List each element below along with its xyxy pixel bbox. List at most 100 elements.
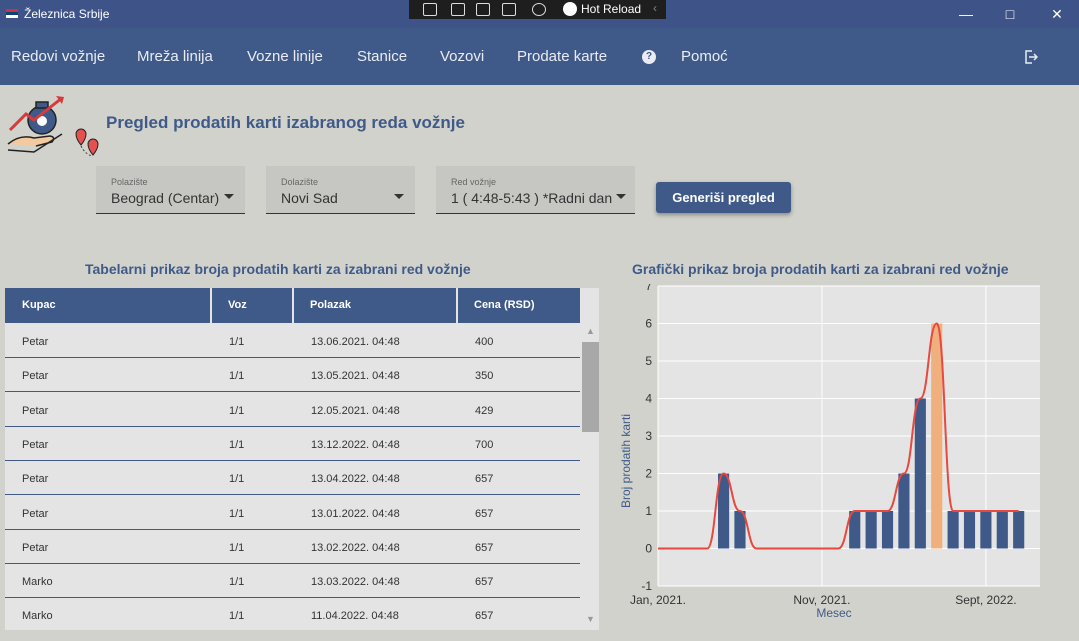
- chart-bar[interactable]: [865, 511, 877, 549]
- table-cell: 400: [475, 336, 494, 348]
- nav-vozne-linije[interactable]: Vozne linije: [247, 48, 323, 65]
- table-cell: 13.01.2022. 04:48: [311, 507, 400, 520]
- table-row[interactable]: Petar 1/1 13.12.2022. 04:48 700: [5, 427, 580, 461]
- schedule-dropdown[interactable]: Red vožnje 1 ( 4:48-5:43 ) *Radni dan: [436, 166, 635, 214]
- table-cell: 657: [475, 541, 494, 554]
- table-cell: 13.03.2022. 04:48: [311, 576, 400, 589]
- from-dropdown[interactable]: Polazište Beograd (Centar): [96, 166, 245, 214]
- schedule-value: 1 ( 4:48-5:43 ) *Radni dan: [451, 190, 613, 206]
- y-tick-label: 7: [645, 284, 652, 293]
- maximize-button[interactable]: □: [995, 4, 1025, 24]
- track-focus-icon[interactable]: [502, 3, 516, 16]
- minimize-button[interactable]: —: [951, 4, 981, 24]
- from-value: Beograd (Centar): [111, 190, 220, 206]
- col-kupac[interactable]: Kupac: [5, 288, 212, 323]
- display-layout-icon[interactable]: [476, 3, 490, 16]
- chart-bar[interactable]: [996, 511, 1008, 549]
- table-row[interactable]: Petar 1/1 13.02.2022. 04:48 657: [5, 530, 580, 564]
- table-cell: 13.05.2021. 04:48: [311, 370, 400, 383]
- to-label: Dolazište: [281, 177, 319, 187]
- chevron-down-icon: [224, 194, 234, 199]
- nav-mreza-linija[interactable]: Mreža linija: [137, 48, 213, 65]
- nav-vozovi[interactable]: Vozovi: [440, 48, 484, 65]
- chevron-left-icon[interactable]: ‹: [653, 1, 657, 15]
- chart-title: Grafički prikaz broja prodatih karti za …: [632, 261, 1009, 277]
- y-axis-label: Broj prodatih karti: [619, 414, 633, 508]
- table-cell: Petar: [22, 541, 49, 554]
- table-cell: 1/1: [229, 404, 245, 417]
- scroll-down-icon[interactable]: ▼: [586, 614, 595, 624]
- table-cell: 13.02.2022. 04:48: [311, 541, 400, 554]
- table-cell: 657: [475, 576, 494, 589]
- close-button[interactable]: ✕: [1042, 4, 1072, 24]
- table-row[interactable]: Marko 1/1 11.04.2022. 04:48 657: [5, 598, 580, 630]
- app-flag-icon: [6, 9, 18, 18]
- table-cell: Petar: [22, 336, 49, 348]
- col-voz[interactable]: Voz: [212, 288, 294, 323]
- help-icon[interactable]: ?: [642, 50, 656, 64]
- x-tick-label: Sept, 2022.: [955, 593, 1016, 607]
- y-tick-label: 3: [645, 429, 652, 443]
- from-label: Polazište: [111, 177, 148, 187]
- table-row[interactable]: Petar 1/1 13.06.2021. 04:48 400: [5, 324, 580, 358]
- chart-bar[interactable]: [931, 323, 943, 549]
- nav-stanice[interactable]: Stanice: [357, 48, 407, 65]
- table-cell: 657: [475, 507, 494, 520]
- y-tick-label: 1: [645, 504, 652, 518]
- table-cell: Marko: [22, 610, 53, 623]
- table-cell: 12.05.2021. 04:48: [311, 404, 400, 417]
- y-tick-label: 5: [645, 354, 652, 368]
- select-element-icon[interactable]: [451, 3, 465, 16]
- col-cena[interactable]: Cena (RSD): [458, 288, 580, 323]
- hot-reload-label[interactable]: Hot Reload: [581, 2, 641, 16]
- ticket-sales-logo-icon: [7, 96, 99, 157]
- to-dropdown[interactable]: Dolazište Novi Sad: [266, 166, 415, 214]
- nav-redovi-voznje[interactable]: Redovi vožnje: [11, 48, 105, 65]
- y-tick-label: 6: [645, 317, 652, 331]
- chart-bar[interactable]: [881, 511, 894, 549]
- x-tick-label: Nov, 2021.: [793, 593, 850, 607]
- table-header: Kupac Voz Polazak Cena (RSD): [5, 288, 580, 323]
- table-scrollbar[interactable]: ▲ ▼: [582, 324, 599, 630]
- binding-failures-icon[interactable]: [532, 3, 546, 16]
- chart-bar[interactable]: [947, 511, 959, 549]
- scroll-up-icon[interactable]: ▲: [586, 326, 595, 336]
- table-cell: 1/1: [229, 576, 245, 589]
- chart-bar[interactable]: [980, 511, 992, 549]
- nav-pomoc[interactable]: Pomoć: [681, 48, 728, 65]
- x-axis-label: Mesec: [816, 606, 851, 620]
- table-cell: 1/1: [229, 541, 245, 554]
- page-title: Pregled prodatih karti izabranog reda vo…: [106, 113, 465, 132]
- table-row[interactable]: Petar 1/1 13.01.2022. 04:48 657: [5, 496, 580, 530]
- table-row[interactable]: Petar 1/1 13.04.2022. 04:48 657: [5, 461, 580, 496]
- chart-bar[interactable]: [963, 511, 976, 549]
- chevron-down-icon: [394, 194, 404, 199]
- schedule-label: Red vožnje: [451, 177, 497, 187]
- table-row[interactable]: Marko 1/1 13.03.2022. 04:48 657: [5, 564, 580, 599]
- sales-chart: -1 0 1 2 3 4 5 6 7 Jan, 2021. Nov, 2021. Sept, 2022…: [619, 284, 1040, 620]
- table-cell: 13.04.2022. 04:48: [311, 473, 400, 486]
- to-value: Novi Sad: [281, 190, 338, 206]
- logout-icon[interactable]: [1024, 50, 1038, 64]
- chart-bar[interactable]: [914, 398, 926, 549]
- table-title: Tabelarni prikaz broja prodatih karti za…: [85, 261, 471, 277]
- table-row[interactable]: Petar 1/1 13.05.2021. 04:48 350: [5, 358, 580, 393]
- col-polazak[interactable]: Polazak: [294, 288, 458, 323]
- chart-bar[interactable]: [1013, 511, 1025, 549]
- generate-overview-button[interactable]: Generiši pregled: [656, 182, 791, 213]
- table-cell: 1/1: [229, 473, 245, 486]
- tickets-table: Kupac Voz Polazak Cena (RSD) Petar 1/1 13.…: [5, 288, 599, 630]
- chart-bar[interactable]: [898, 473, 910, 549]
- table-cell: Marko: [22, 576, 53, 589]
- table-cell: 13.12.2022. 04:48: [311, 438, 400, 451]
- main-nav: Redovi vožnje Mreža linija Vozne linije …: [0, 28, 1079, 85]
- x-tick-label: Jan, 2021.: [630, 593, 686, 607]
- table-cell: 1/1: [229, 507, 245, 520]
- table-cell: Petar: [22, 404, 49, 417]
- y-tick-label: 2: [645, 467, 652, 481]
- scroll-thumb[interactable]: [582, 342, 599, 432]
- chevron-down-icon: [616, 194, 626, 199]
- table-row[interactable]: Petar 1/1 12.05.2021. 04:48 429: [5, 393, 580, 427]
- live-tree-icon[interactable]: [423, 3, 437, 16]
- nav-prodate-karte[interactable]: Prodate karte: [517, 48, 607, 65]
